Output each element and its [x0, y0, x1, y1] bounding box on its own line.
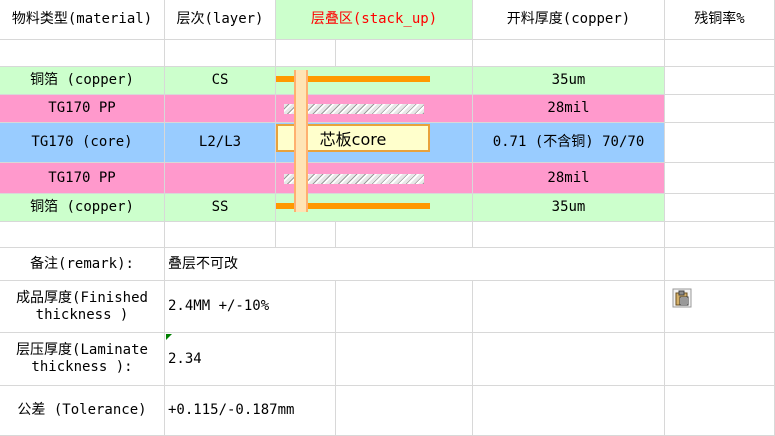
residual-cell[interactable]: [665, 67, 775, 95]
empty-cell[interactable]: [473, 386, 665, 436]
residual-cell[interactable]: [665, 194, 775, 222]
row-thickness-pp-top[interactable]: 28mil: [473, 95, 665, 123]
row-layer-cs[interactable]: CS: [165, 67, 276, 95]
tolerance-value[interactable]: +0.115/-0.187mm: [165, 386, 336, 436]
core-label: 芯板core: [319, 130, 387, 149]
empty-cell[interactable]: [665, 333, 775, 386]
row-layer-ss[interactable]: SS: [165, 194, 276, 222]
row-layer-pp-bottom[interactable]: [165, 163, 276, 194]
row-material-core[interactable]: TG170 (core): [0, 123, 165, 163]
comment-marker-icon: [166, 334, 172, 340]
header-copper-thickness[interactable]: 开料厚度(copper): [473, 0, 665, 40]
header-material[interactable]: 物料类型(material): [0, 0, 165, 40]
row-material-pp-bottom[interactable]: TG170 PP: [0, 163, 165, 194]
row-thickness-pp-bottom[interactable]: 28mil: [473, 163, 665, 194]
residual-cell[interactable]: [665, 248, 775, 281]
tolerance-label[interactable]: 公差 (Tolerance): [0, 386, 165, 436]
empty-cell[interactable]: [473, 281, 665, 333]
row-material-copper-top[interactable]: 铜箔 (copper): [0, 67, 165, 95]
spacer-cell[interactable]: [473, 222, 665, 248]
spacer-cell[interactable]: [0, 222, 165, 248]
residual-cell[interactable]: [665, 95, 775, 123]
empty-cell[interactable]: [336, 386, 473, 436]
spacer-cell[interactable]: [165, 222, 276, 248]
empty-cell[interactable]: [336, 281, 473, 333]
header-stack-up[interactable]: 层叠区(stack_up): [276, 0, 473, 40]
row-material-pp-top[interactable]: TG170 PP: [0, 95, 165, 123]
via-bar: [294, 70, 308, 212]
remark-label[interactable]: 备注(remark):: [0, 248, 165, 281]
residual-cell[interactable]: [665, 123, 775, 163]
residual-cell[interactable]: [665, 163, 775, 194]
spacer-cell[interactable]: [473, 40, 665, 67]
finished-thickness-label[interactable]: 成品厚度(Finished thickness ): [0, 281, 165, 333]
spacer-cell[interactable]: [165, 40, 276, 67]
spacer-cell[interactable]: [336, 40, 473, 67]
remark-value[interactable]: 叠层不可改: [165, 248, 665, 281]
row-material-copper-bottom[interactable]: 铜箔 (copper): [0, 194, 165, 222]
paste-clipboard-icon[interactable]: [672, 288, 692, 308]
empty-cell[interactable]: [473, 333, 665, 386]
empty-cell[interactable]: [336, 333, 473, 386]
laminate-thickness-value[interactable]: 2.34: [165, 333, 336, 386]
finished-thickness-value[interactable]: 2.4MM +/-10%: [165, 281, 336, 333]
laminate-thickness-label[interactable]: 层压厚度(Laminate thickness ):: [0, 333, 165, 386]
spacer-cell[interactable]: [665, 222, 775, 248]
spacer-cell[interactable]: [0, 40, 165, 67]
spacer-cell[interactable]: [336, 222, 473, 248]
spacer-cell[interactable]: [276, 40, 336, 67]
row-thickness-copper-top[interactable]: 35um: [473, 67, 665, 95]
stackup-sheet: 物料类型(material) 层次(layer) 层叠区(stack_up) 开…: [0, 0, 775, 436]
header-residual-copper[interactable]: 残铜率%: [665, 0, 775, 40]
row-layer-l2l3[interactable]: L2/L3: [165, 123, 276, 163]
row-thickness-copper-bottom[interactable]: 35um: [473, 194, 665, 222]
row-layer-pp-top[interactable]: [165, 95, 276, 123]
empty-cell[interactable]: [665, 386, 775, 436]
row-thickness-core[interactable]: 0.71 (不含铜) 70/70: [473, 123, 665, 163]
spacer-cell[interactable]: [665, 40, 775, 67]
spacer-cell[interactable]: [276, 222, 336, 248]
header-layer[interactable]: 层次(layer): [165, 0, 276, 40]
